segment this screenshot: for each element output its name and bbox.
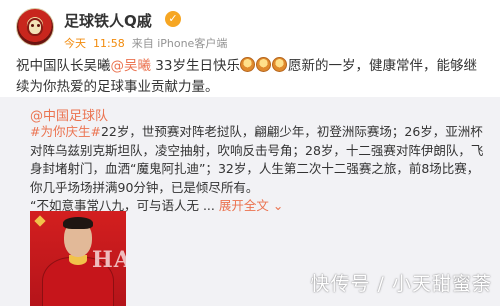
cake-emoji-icon bbox=[272, 57, 288, 72]
star-icon bbox=[34, 215, 46, 227]
cake-emoji-icon bbox=[256, 57, 272, 72]
original-author[interactable]: @中国足球队 bbox=[30, 105, 108, 124]
user-avatar[interactable] bbox=[16, 8, 54, 46]
repost-photo[interactable]: HAPPY bbox=[30, 211, 126, 306]
post-source[interactable]: 来自 iPhone客户端 bbox=[132, 37, 228, 50]
chevron-down-icon: ⌄ bbox=[272, 198, 284, 214]
post-text-part1: 祝中国队长吴曦 bbox=[16, 58, 111, 74]
verified-badge-icon: ✓ bbox=[165, 11, 181, 27]
expand-full-text-link[interactable]: 展开全文 ⌄ bbox=[219, 198, 283, 213]
post-date: 今天 bbox=[64, 37, 86, 50]
hashtag-link[interactable]: #为你庆生# bbox=[30, 124, 101, 139]
post-text: 祝中国队长吴曦@吴曦 33岁生日快乐 愿新的一岁，健康常伴，能够继续为你热爱的足球… bbox=[16, 56, 488, 98]
weibo-post: 足球铁人Q戚 ✓ 今天 11:58 来自 iPhone客户端 祝中国队长吴曦@吴曦 … bbox=[0, 0, 500, 306]
username[interactable]: 足球铁人Q戚 bbox=[64, 10, 152, 31]
avatar-face-icon bbox=[27, 18, 43, 36]
post-time: 11:58 bbox=[93, 37, 125, 50]
original-author-name[interactable]: 中国足球队 bbox=[43, 109, 108, 124]
post-text-part2: 33岁生日快乐 bbox=[151, 58, 240, 74]
cake-emoji-icon bbox=[240, 57, 256, 72]
post-meta: 今天 11:58 来自 iPhone客户端 bbox=[64, 35, 234, 51]
photo-happy-text: HAPPY bbox=[92, 247, 126, 273]
mention-link[interactable]: @吴曦 bbox=[111, 58, 152, 74]
watermark: 快传号 / 小天甜蜜荼 bbox=[310, 273, 492, 295]
original-post-text: #为你庆生#22岁，世预赛对阵老挝队，翩翩少年，初登洲际赛场；26岁，亚洲杯对阵… bbox=[30, 123, 490, 216]
